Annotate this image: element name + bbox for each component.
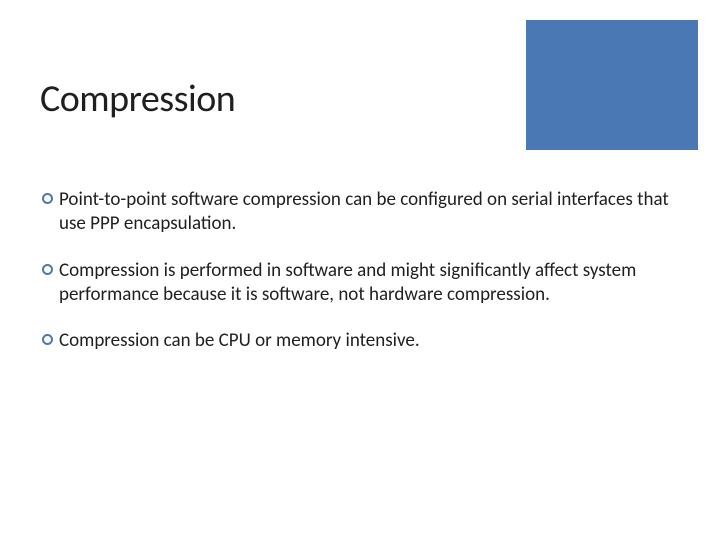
list-item: Compression is performed in software and…	[42, 259, 678, 308]
accent-corner-block	[526, 20, 698, 150]
bullet-text: Compression is performed in software and…	[59, 259, 678, 308]
list-item: Compression can be CPU or memory intensi…	[42, 329, 678, 353]
bullet-text: Point-to-point software compression can …	[59, 188, 678, 237]
bullet-icon	[42, 193, 53, 204]
bullet-icon	[42, 264, 53, 275]
slide-title: Compression	[40, 76, 235, 122]
bullet-text: Compression can be CPU or memory intensi…	[59, 329, 678, 353]
slide-body: Point-to-point software compression can …	[42, 188, 678, 376]
slide: Compression Point-to-point software comp…	[0, 0, 720, 540]
list-item: Point-to-point software compression can …	[42, 188, 678, 237]
bullet-icon	[42, 334, 53, 345]
